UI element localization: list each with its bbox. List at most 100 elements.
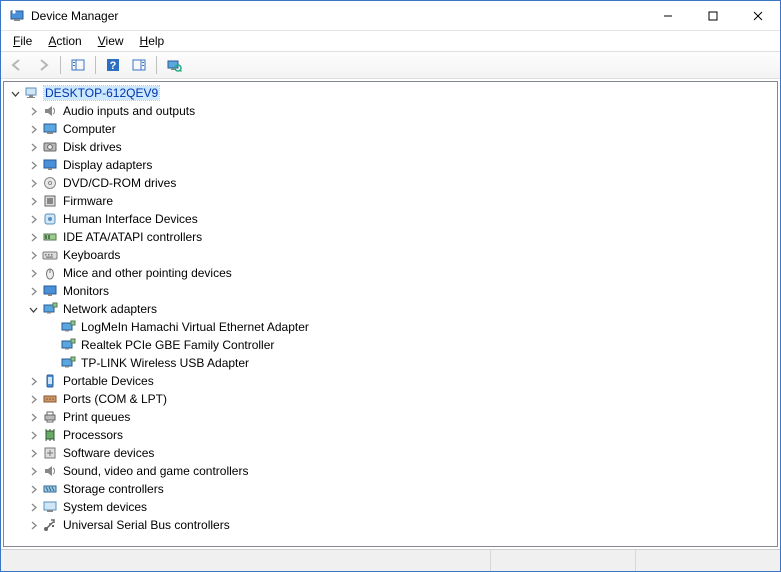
expand-icon[interactable] [26,122,40,136]
expand-icon[interactable] [26,212,40,226]
keyboard-icon [42,247,58,263]
expand-icon[interactable] [26,482,40,496]
tree-label: TP-LINK Wireless USB Adapter [80,356,250,370]
tree-label: Software devices [62,446,155,460]
expand-icon[interactable] [26,500,40,514]
status-cell [491,550,636,571]
tree-label: Computer [62,122,117,136]
action-panel-button[interactable] [127,54,151,76]
collapse-icon[interactable] [26,302,40,316]
tree-category[interactable]: Processors [4,426,777,444]
tree-device[interactable]: LogMeIn Hamachi Virtual Ethernet Adapter [4,318,777,336]
expand-icon[interactable] [26,428,40,442]
titlebar: Device Manager [1,1,780,31]
tree-device[interactable]: Realtek PCIe GBE Family Controller [4,336,777,354]
tree-label: Firmware [62,194,114,208]
tree-label: Keyboards [62,248,121,262]
tree-label: Portable Devices [62,374,155,388]
tree-label: Display adapters [62,158,153,172]
scan-hardware-button[interactable] [162,54,186,76]
tree-device[interactable]: TP-LINK Wireless USB Adapter [4,354,777,372]
expand-icon[interactable] [26,410,40,424]
device-tree[interactable]: DESKTOP-612QEV9 Audio inputs and outputs… [3,81,778,547]
help-button[interactable]: ? [101,54,125,76]
tree-label: Print queues [62,410,131,424]
tree-category[interactable]: Universal Serial Bus controllers [4,516,777,534]
tree-category[interactable]: Software devices [4,444,777,462]
usb-icon [42,517,58,533]
tree-category[interactable]: IDE ATA/ATAPI controllers [4,228,777,246]
tree-label: Processors [62,428,124,442]
expand-icon[interactable] [26,284,40,298]
toolbar: ? [1,51,780,79]
tree-category[interactable]: Storage controllers [4,480,777,498]
tree-label: Disk drives [62,140,123,154]
tree-category[interactable]: Mice and other pointing devices [4,264,777,282]
ports-icon [42,391,58,407]
menu-view[interactable]: View [90,32,132,50]
svg-text:?: ? [110,60,117,72]
tree-category[interactable]: Print queues [4,408,777,426]
collapse-icon[interactable] [8,86,22,100]
tree-label: Mice and other pointing devices [62,266,233,280]
expand-icon[interactable] [26,140,40,154]
tree-root[interactable]: DESKTOP-612QEV9 [4,84,777,102]
menubar: File Action View Help [1,31,780,51]
tree-label: Monitors [62,284,110,298]
window-controls [645,1,780,30]
tree-category[interactable]: Network adapters [4,300,777,318]
tree-category[interactable]: Audio inputs and outputs [4,102,777,120]
expand-icon[interactable] [26,230,40,244]
tree-category[interactable]: System devices [4,498,777,516]
expand-icon[interactable] [26,464,40,478]
tree-label: DESKTOP-612QEV9 [44,86,159,100]
show-hide-tree-button[interactable] [66,54,90,76]
expand-icon[interactable] [26,518,40,532]
tree-label: Realtek PCIe GBE Family Controller [80,338,275,352]
computer-icon [42,121,58,137]
tree-category[interactable]: Computer [4,120,777,138]
expand-icon[interactable] [26,104,40,118]
cpu-icon [42,427,58,443]
tree-label: Audio inputs and outputs [62,104,196,118]
tree-category[interactable]: Monitors [4,282,777,300]
ide-icon [42,229,58,245]
tree-label: Ports (COM & LPT) [62,392,168,406]
tree-category[interactable]: Disk drives [4,138,777,156]
maximize-button[interactable] [690,1,735,30]
expand-icon[interactable] [26,176,40,190]
tree-category[interactable]: Keyboards [4,246,777,264]
firmware-icon [42,193,58,209]
menu-file[interactable]: File [5,32,40,50]
expand-icon[interactable] [26,194,40,208]
nic-icon [60,319,76,335]
forward-button[interactable] [31,54,55,76]
tree-category[interactable]: Display adapters [4,156,777,174]
expand-icon[interactable] [26,392,40,406]
tree-category[interactable]: Ports (COM & LPT) [4,390,777,408]
menu-action[interactable]: Action [40,32,89,50]
expand-icon[interactable] [26,248,40,262]
tree-category[interactable]: Sound, video and game controllers [4,462,777,480]
tree-category[interactable]: DVD/CD-ROM drives [4,174,777,192]
tree-category[interactable]: Human Interface Devices [4,210,777,228]
dvd-icon [42,175,58,191]
expand-icon[interactable] [26,446,40,460]
tree-label: DVD/CD-ROM drives [62,176,177,190]
toolbar-separator [60,56,61,74]
tree-category[interactable]: Firmware [4,192,777,210]
nic-icon [60,355,76,371]
tree-label: System devices [62,500,148,514]
expand-icon[interactable] [26,374,40,388]
menu-help[interactable]: Help [132,32,173,50]
back-button[interactable] [5,54,29,76]
tree-category[interactable]: Portable Devices [4,372,777,390]
software-icon [42,445,58,461]
expand-icon[interactable] [26,158,40,172]
expand-icon[interactable] [26,266,40,280]
statusbar [1,549,780,571]
close-button[interactable] [735,1,780,30]
storage-icon [42,481,58,497]
minimize-button[interactable] [645,1,690,30]
tree-label: LogMeIn Hamachi Virtual Ethernet Adapter [80,320,310,334]
